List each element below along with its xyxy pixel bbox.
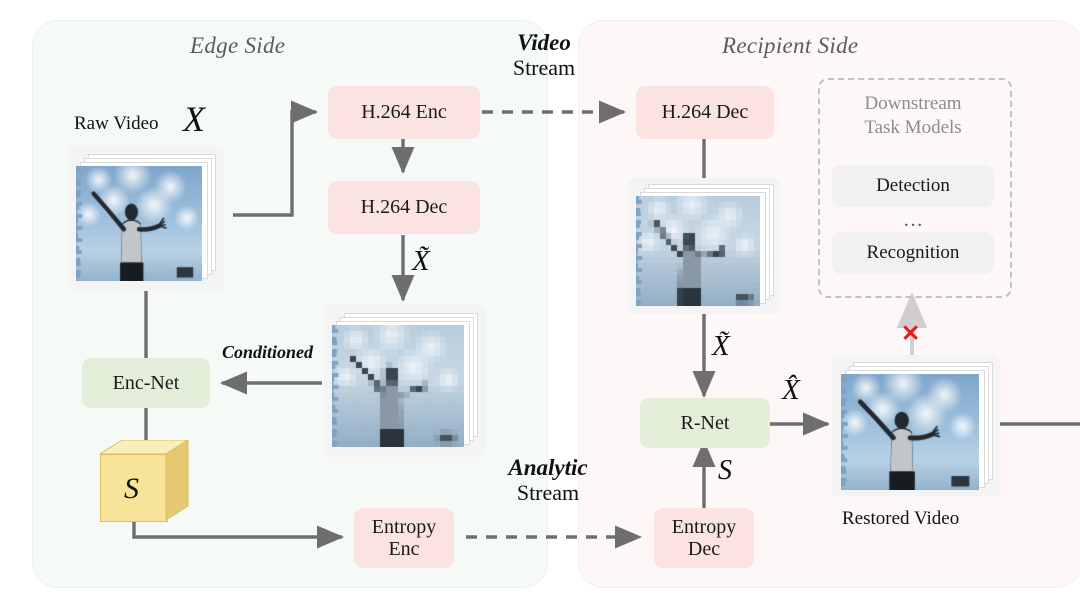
x-hat-label: X̂ [782, 374, 800, 406]
stream-video-rest: Stream [512, 54, 576, 80]
degraded-video-frame-recipient [628, 178, 780, 314]
cube-symbol-s: S [124, 472, 139, 505]
downstream-title-line1: Downstream [864, 93, 962, 114]
stream-label-analytic: Analytic Stream [484, 455, 612, 505]
restored-video-label: Restored Video [842, 508, 960, 529]
s-symbol-recipient: S [718, 455, 732, 486]
restored-video-frame [832, 355, 1000, 497]
stream-analytic-emphasis: Analytic [508, 455, 588, 480]
x-tilde-recipient: X̃ [712, 330, 730, 362]
downstream-ellipsis: … [903, 209, 925, 231]
raw-video-frame [68, 146, 224, 291]
degraded-video-stack-edge [332, 313, 478, 449]
diagram-canvas: Edge Side Recipient Side Raw Video X H.2… [0, 0, 1080, 606]
stream-label-video: Video Stream [489, 30, 599, 80]
conditioned-label: Conditioned [222, 342, 314, 362]
task-recognition[interactable]: Recognition [832, 232, 994, 274]
box-h264-dec-recipient[interactable]: H.264 Dec [636, 86, 774, 139]
latent-cube-s: S [100, 440, 192, 522]
x-tilde-edge: X̃ [412, 245, 430, 277]
task-detection[interactable]: Detection [832, 165, 994, 207]
degraded-video-stack-recipient [636, 184, 774, 308]
box-h264-dec-edge[interactable]: H.264 Dec [328, 181, 480, 234]
raw-video-stack [76, 154, 216, 283]
box-enc-net[interactable]: Enc-Net [82, 358, 210, 408]
raw-video-label: Raw Video [74, 113, 159, 134]
degraded-video-frame-edge [324, 305, 486, 457]
restored-video-stack [841, 362, 993, 492]
downstream-title: Downstream Task Models [818, 92, 1008, 140]
box-h264-enc[interactable]: H.264 Enc [328, 86, 480, 139]
stream-video-emphasis: Video [517, 30, 571, 55]
raw-video-symbol: X [183, 99, 205, 139]
entropy-enc-line2: Enc [388, 538, 420, 560]
box-entropy-enc[interactable]: Entropy Enc [354, 508, 454, 568]
entropy-dec-line2: Dec [687, 538, 721, 560]
entropy-enc-line1: Entropy [371, 515, 437, 538]
entropy-dec-line1: Entropy [671, 515, 737, 538]
box-r-net[interactable]: R-Net [640, 398, 770, 448]
blocked-path-x-icon: ✕ [901, 321, 921, 346]
stream-analytic-rest: Stream [516, 479, 580, 505]
downstream-title-line2: Task Models [864, 116, 962, 138]
box-entropy-dec[interactable]: Entropy Dec [654, 508, 754, 568]
